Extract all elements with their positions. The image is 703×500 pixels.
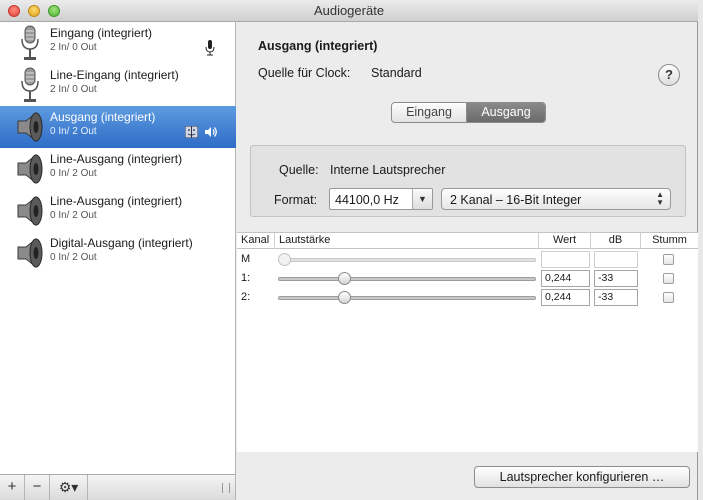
mute-checkbox[interactable] [663, 254, 674, 265]
db-field[interactable]: -33 [594, 289, 638, 306]
close-window-button[interactable] [8, 5, 20, 17]
device-name: Ausgang (integriert) [50, 110, 156, 124]
device-list: Eingang (integriert) 2 In/ 0 Out Line-Ei… [0, 22, 236, 474]
audio-devices-window: Audiogeräte Eingang (integriert) 2 In/ 0… [0, 0, 698, 500]
tab-ausgang[interactable]: Ausgang [467, 103, 545, 122]
device-item-line-eingang[interactable]: Line-Eingang (integriert) 2 In/ 0 Out [0, 64, 236, 106]
source-value: Interne Lautsprecher [330, 163, 446, 177]
format-panel: Quelle: Interne Lautsprecher Format: 441… [250, 145, 686, 217]
column-header-kanal[interactable]: Kanal [237, 233, 275, 249]
device-name: Line-Ausgang (integriert) [50, 194, 183, 208]
updown-arrows-icon: ▲ ▼ [656, 190, 664, 207]
resize-grip-icon[interactable] [222, 483, 230, 493]
device-title: Ausgang (integriert) [258, 39, 378, 53]
clock-source-value: Standard [371, 66, 422, 80]
device-name: Line-Ausgang (integriert) [50, 152, 183, 166]
zoom-window-button[interactable] [48, 5, 60, 17]
device-name: Eingang (integriert) [50, 26, 153, 40]
table-row: M [237, 250, 698, 269]
column-header-lautstaerke[interactable]: Lautstärke [275, 233, 539, 249]
device-item-ausgang[interactable]: Ausgang (integriert) 0 In/ 2 Out [0, 106, 236, 148]
table-row: 1: 0,244 -33 [237, 269, 698, 288]
volume-slider-track[interactable] [278, 296, 536, 300]
source-label: Quelle: [279, 163, 319, 177]
volume-slider-track[interactable] [278, 277, 536, 281]
column-header-wert[interactable]: Wert [539, 233, 591, 249]
channel-format-value: 2 Kanal – 16-Bit Integer [450, 193, 582, 207]
direction-tabs: Eingang Ausgang [391, 102, 546, 123]
channel-format-popup[interactable]: 2 Kanal – 16-Bit Integer ▲ ▼ [441, 188, 671, 210]
value-field[interactable]: 0,244 [541, 289, 590, 306]
tab-eingang[interactable]: Eingang [392, 103, 467, 122]
device-item-line-ausgang-1[interactable]: Line-Ausgang (integriert) 0 In/ 2 Out [0, 148, 236, 190]
volume-slider-knob[interactable] [278, 253, 291, 266]
volume-slider-track[interactable] [278, 258, 536, 262]
clock-source-label: Quelle für Clock: [258, 66, 351, 80]
window-title: Audiogeräte [313, 3, 385, 18]
microphone-icon [21, 67, 39, 102]
device-name: Digital-Ausgang (integriert) [50, 236, 193, 250]
device-item-digital-ausgang[interactable]: Digital-Ausgang (integriert) 0 In/ 2 Out [0, 232, 236, 274]
volume-slider-knob[interactable] [337, 291, 351, 304]
value-field[interactable] [541, 251, 590, 268]
speaker-icon [17, 237, 43, 269]
format-label: Format: [274, 193, 318, 207]
microphone-icon [21, 25, 39, 60]
device-io: 0 In/ 2 Out [50, 168, 97, 179]
speaker-icon [17, 195, 43, 227]
db-field[interactable] [594, 251, 638, 268]
column-header-stumm[interactable]: Stumm [641, 233, 698, 249]
device-io: 0 In/ 2 Out [50, 252, 97, 263]
device-detail-pane: Ausgang (integriert) Quelle für Clock: S… [237, 22, 698, 500]
volume-slider-knob[interactable] [337, 272, 351, 285]
channel-label: M [241, 253, 251, 265]
chevron-down-icon[interactable]: ▼ [412, 189, 432, 209]
default-input-microphone-icon [205, 40, 215, 56]
speaker-icon [17, 111, 43, 143]
remove-device-button[interactable]: − [25, 475, 50, 500]
minimize-window-button[interactable] [28, 5, 40, 17]
device-io: 2 In/ 0 Out [50, 84, 97, 95]
device-item-eingang[interactable]: Eingang (integriert) 2 In/ 0 Out [0, 22, 236, 64]
configure-speakers-button[interactable]: Lautsprecher konfigurieren … [474, 466, 690, 488]
device-list-toolbar: + − ⚙▾ [0, 474, 236, 500]
gear-menu-button[interactable]: ⚙▾ [50, 475, 88, 500]
table-row: 2: 0,244 -33 [237, 288, 698, 307]
sample-rate-combobox[interactable]: 44100,0 Hz ▼ [329, 188, 433, 210]
db-field[interactable]: -33 [594, 270, 638, 287]
mute-checkbox[interactable] [663, 273, 674, 284]
device-io: 2 In/ 0 Out [50, 42, 97, 53]
device-io: 0 In/ 2 Out [50, 126, 97, 137]
system-output-finder-icon [185, 126, 198, 138]
device-item-line-ausgang-2[interactable]: Line-Ausgang (integriert) 0 In/ 2 Out [0, 190, 236, 232]
channel-label: 2: [241, 291, 251, 303]
default-output-speaker-icon [205, 127, 217, 137]
device-name: Line-Eingang (integriert) [50, 68, 179, 82]
speaker-icon [17, 153, 43, 185]
add-device-button[interactable]: + [0, 475, 25, 500]
mute-checkbox[interactable] [663, 292, 674, 303]
column-header-db[interactable]: dB [591, 233, 641, 249]
channel-label: 1: [241, 272, 251, 284]
help-button[interactable]: ? [658, 64, 680, 86]
device-io: 0 In/ 2 Out [50, 210, 97, 221]
value-field[interactable]: 0,244 [541, 270, 590, 287]
title-bar[interactable]: Audiogeräte [0, 0, 698, 22]
channel-volume-table: Kanal Lautstärke Wert dB Stumm M 1: 0,24… [237, 232, 698, 452]
sample-rate-value: 44100,0 Hz [335, 193, 399, 207]
